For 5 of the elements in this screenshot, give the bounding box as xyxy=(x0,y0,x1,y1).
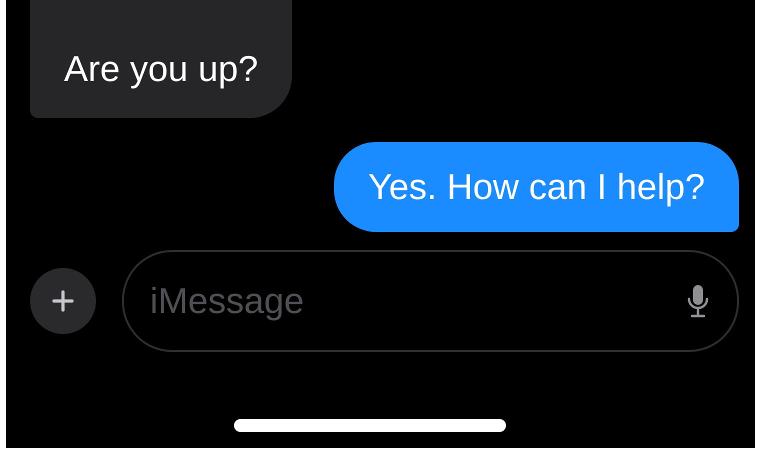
message-bubble: Are you up? xyxy=(30,0,292,118)
plus-icon xyxy=(52,290,74,312)
microphone-icon[interactable] xyxy=(687,284,709,318)
message-field[interactable]: iMessage xyxy=(122,250,739,352)
message-bubble: Yes. How can I help? xyxy=(334,142,739,232)
